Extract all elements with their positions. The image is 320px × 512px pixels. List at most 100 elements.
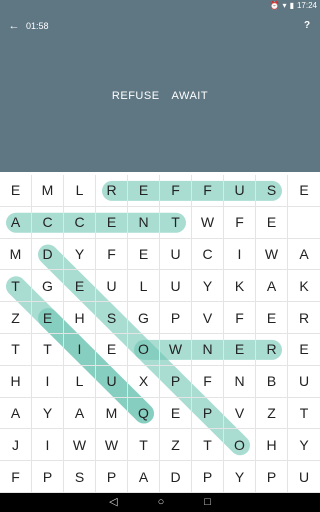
grid-cell[interactable]: U <box>224 175 256 207</box>
grid-cell[interactable]: E <box>0 175 32 207</box>
help-button[interactable]: ? <box>300 18 314 34</box>
grid-cell[interactable]: U <box>288 366 320 398</box>
grid-cell[interactable]: T <box>128 429 160 462</box>
grid-cell[interactable]: I <box>32 429 64 462</box>
grid-cell[interactable]: D <box>32 238 64 271</box>
grid-cell[interactable]: A <box>64 397 96 430</box>
grid-cell[interactable]: X <box>128 365 160 398</box>
grid-cell[interactable]: R <box>96 175 128 207</box>
grid-cell[interactable]: E <box>256 302 288 334</box>
grid-cell[interactable]: Y <box>64 238 96 271</box>
grid-cell[interactable]: N <box>192 333 224 366</box>
grid-cell[interactable]: J <box>0 429 32 462</box>
grid-cell[interactable]: V <box>224 397 256 430</box>
grid-cell[interactable]: F <box>224 206 256 239</box>
grid-cell[interactable]: M <box>32 175 64 207</box>
grid-cell[interactable]: E <box>96 206 128 239</box>
grid-cell[interactable]: P <box>192 397 224 430</box>
nav-back-icon[interactable]: ◁ <box>109 493 117 512</box>
grid-cell[interactable]: E <box>160 397 192 430</box>
grid-cell[interactable]: A <box>128 461 160 493</box>
grid-cell[interactable]: W <box>256 238 288 271</box>
grid-cell[interactable]: Z <box>256 397 288 430</box>
grid-cell[interactable]: P <box>256 461 288 493</box>
grid-cell[interactable]: W <box>96 429 128 462</box>
nav-recents-icon[interactable]: □ <box>204 493 211 512</box>
grid-cell[interactable]: P <box>160 302 192 334</box>
grid-cell[interactable]: T <box>0 333 32 366</box>
grid-cell[interactable]: U <box>288 461 320 493</box>
grid-cell[interactable]: F <box>0 461 32 493</box>
grid-cell[interactable]: E <box>128 175 160 207</box>
grid-cell[interactable]: U <box>160 270 192 303</box>
grid-cell[interactable]: P <box>160 365 192 398</box>
nav-home-icon[interactable]: ○ <box>158 493 165 512</box>
grid-cell[interactable]: P <box>96 461 128 493</box>
grid-cell[interactable]: T <box>32 333 64 366</box>
grid-cell[interactable]: L <box>128 270 160 303</box>
grid-cell[interactable]: H <box>0 365 32 398</box>
grid-cell[interactable] <box>288 207 320 239</box>
grid-cell[interactable]: E <box>288 334 320 366</box>
grid-cell[interactable]: S <box>256 175 288 207</box>
back-button[interactable]: ← <box>6 18 22 34</box>
grid-cell[interactable]: T <box>0 270 32 303</box>
grid-cell[interactable]: D <box>160 461 192 493</box>
grid-cell[interactable]: Z <box>0 302 32 334</box>
grid-cell[interactable]: Z <box>160 429 192 462</box>
grid-cell[interactable]: E <box>64 270 96 303</box>
grid-cell[interactable]: U <box>160 238 192 271</box>
grid-cell[interactable]: A <box>256 270 288 303</box>
grid-cell[interactable]: H <box>256 429 288 462</box>
grid-cell[interactable]: I <box>224 238 256 271</box>
grid-cell[interactable]: H <box>64 302 96 334</box>
grid-cell[interactable]: E <box>128 238 160 271</box>
grid-cell[interactable]: A <box>288 239 320 271</box>
grid-cell[interactable]: U <box>96 365 128 398</box>
grid-cell[interactable]: S <box>64 461 96 493</box>
grid-cell[interactable]: B <box>256 365 288 398</box>
grid-cell[interactable]: Y <box>224 461 256 493</box>
grid-cell[interactable]: W <box>64 429 96 462</box>
grid-cell[interactable]: E <box>96 333 128 366</box>
grid-cell[interactable]: M <box>96 397 128 430</box>
grid-cell[interactable]: T <box>160 206 192 239</box>
grid-cell[interactable]: V <box>192 302 224 334</box>
grid-cell[interactable]: M <box>0 238 32 271</box>
grid-cell[interactable]: P <box>192 461 224 493</box>
grid-cell[interactable]: L <box>64 365 96 398</box>
grid-cell[interactable]: F <box>224 302 256 334</box>
grid-cell[interactable]: Y <box>32 397 64 430</box>
grid-cell[interactable]: U <box>96 270 128 303</box>
grid-cell[interactable]: N <box>224 365 256 398</box>
grid-cell[interactable]: C <box>64 206 96 239</box>
grid-cell[interactable]: W <box>160 333 192 366</box>
grid-cell[interactable]: T <box>288 398 320 430</box>
grid-cell[interactable]: S <box>96 302 128 334</box>
grid-cell[interactable]: F <box>192 365 224 398</box>
grid-cell[interactable]: L <box>64 175 96 207</box>
grid-cell[interactable]: R <box>256 333 288 366</box>
grid-cell[interactable]: Y <box>288 429 320 462</box>
grid-cell[interactable]: E <box>224 333 256 366</box>
grid-cell[interactable]: K <box>288 270 320 303</box>
grid-cell[interactable]: E <box>288 175 320 207</box>
grid-cell[interactable]: T <box>192 429 224 462</box>
grid-cell[interactable]: F <box>192 175 224 207</box>
grid-cell[interactable]: A <box>0 397 32 430</box>
grid-cell[interactable]: I <box>32 365 64 398</box>
grid-cell[interactable]: E <box>32 302 64 334</box>
grid-cell[interactable]: F <box>96 238 128 271</box>
grid-cell[interactable]: E <box>256 206 288 239</box>
grid-cell[interactable]: F <box>160 175 192 207</box>
grid-cell[interactable]: K <box>224 270 256 303</box>
grid-cell[interactable]: I <box>64 333 96 366</box>
grid-cell[interactable]: O <box>224 429 256 462</box>
grid-cell[interactable]: W <box>192 206 224 239</box>
grid-cell[interactable]: G <box>32 270 64 303</box>
grid-cell[interactable]: A <box>0 206 32 239</box>
grid-cell[interactable]: N <box>128 206 160 239</box>
grid-cell[interactable]: Y <box>192 270 224 303</box>
grid-cell[interactable]: P <box>32 461 64 493</box>
grid-cell[interactable]: O <box>128 333 160 366</box>
